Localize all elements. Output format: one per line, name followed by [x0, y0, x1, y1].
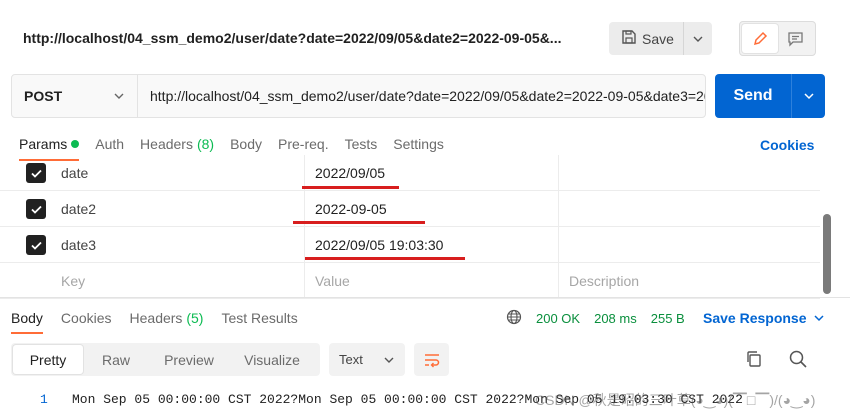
tab-label: Cookies [60, 310, 112, 326]
body-view-tabs: Pretty Raw Preview Visualize [11, 343, 320, 376]
edit-mode-toggle[interactable] [739, 21, 816, 56]
response-tabs: Body Cookies Headers (5) Test Results [11, 310, 316, 334]
save-button-group[interactable]: Save [609, 22, 712, 55]
column-divider [304, 155, 305, 190]
tab-label: Params [19, 136, 68, 152]
param-key[interactable]: date2 [61, 201, 96, 217]
chevron-down-icon [114, 93, 124, 99]
tab-label: Headers [129, 310, 183, 326]
params-table: date 2022/09/05 date2 2022-09-05 date3 2… [0, 155, 820, 299]
copy-icon[interactable] [744, 349, 764, 372]
table-row-empty: Key Value Description [0, 263, 820, 299]
comment-icon [788, 31, 803, 47]
tab-label: Body [11, 310, 43, 326]
annotation-underline [305, 257, 465, 260]
tab-test-results[interactable]: Test Results [221, 310, 297, 334]
search-icon[interactable] [788, 349, 808, 372]
response-time[interactable]: 208 ms [594, 311, 637, 326]
save-icon [621, 29, 637, 48]
check-icon [30, 241, 42, 250]
request-title[interactable]: http://localhost/04_ssm_demo2/user/date?… [23, 30, 561, 46]
tab-label: Settings [393, 136, 444, 152]
view-raw[interactable]: Raw [83, 345, 149, 374]
annotation-underline [302, 186, 399, 189]
method-label: POST [24, 88, 63, 104]
tab-label: Headers [140, 136, 193, 152]
chevron-down-icon [384, 357, 394, 363]
params-active-dot [71, 140, 80, 148]
line-number: 1 [40, 392, 48, 407]
param-key-placeholder[interactable]: Key [61, 273, 85, 289]
column-divider [558, 155, 559, 190]
wrap-lines-button[interactable] [414, 343, 449, 376]
view-visualize[interactable]: Visualize [229, 345, 315, 374]
send-options-caret[interactable] [792, 74, 825, 118]
annotation-underline [293, 221, 425, 224]
param-value[interactable]: 2022-09-05 [315, 201, 387, 217]
save-options-caret[interactable] [684, 22, 712, 55]
tab-response-cookies[interactable]: Cookies [61, 310, 112, 334]
view-preview[interactable]: Preview [149, 345, 229, 374]
column-divider [304, 263, 305, 298]
pane-divider[interactable] [0, 297, 850, 298]
save-response-button[interactable]: Save Response [703, 310, 825, 326]
tab-response-headers[interactable]: Headers (5) [130, 310, 204, 334]
chevron-down-icon [803, 93, 814, 100]
watermark: CSDN @秋是昭的三叶草(◕‿◕)(▔□▔)/(◕‿◕) [535, 392, 816, 408]
send-button-group[interactable]: Send [715, 74, 825, 118]
param-description-placeholder[interactable]: Description [569, 273, 639, 289]
tab-label: Tests [344, 136, 378, 152]
param-value[interactable]: 2022/09/05 [315, 165, 385, 181]
tab-label: Pre-req. [278, 136, 329, 152]
format-select[interactable]: Text [329, 343, 405, 376]
tab-label: Auth [95, 136, 125, 152]
status-badge[interactable]: 200 OK [536, 311, 580, 326]
param-checkbox[interactable] [26, 163, 46, 183]
response-meta: 200 OK 208 ms 255 B [506, 309, 699, 328]
response-size[interactable]: 255 B [651, 311, 685, 326]
pencil-icon [753, 31, 767, 45]
request-title-bar: http://localhost/04_ssm_demo2/user/date?… [0, 0, 850, 64]
tab-count: (5) [186, 310, 204, 326]
param-value[interactable]: 2022/09/05 19:03:30 [315, 237, 443, 253]
edit-mode-button[interactable] [742, 24, 778, 53]
param-checkbox[interactable] [26, 235, 46, 255]
view-pretty[interactable]: Pretty [13, 345, 83, 374]
send-button[interactable]: Send [715, 74, 792, 118]
check-icon [30, 169, 42, 178]
column-divider [558, 263, 559, 298]
comments-mode-button[interactable] [778, 24, 814, 53]
table-row: date 2022/09/05 [0, 155, 820, 191]
tab-count: (8) [196, 136, 215, 152]
column-divider [558, 191, 559, 226]
column-divider [558, 227, 559, 262]
params-scrollbar-thumb[interactable] [823, 214, 831, 294]
method-select[interactable]: POST [12, 75, 138, 117]
param-key[interactable]: date3 [61, 237, 96, 253]
url-input[interactable]: http://localhost/04_ssm_demo2/user/date?… [138, 75, 705, 117]
param-key[interactable]: date [61, 165, 88, 181]
save-button-label: Save [642, 30, 674, 47]
param-checkbox[interactable] [26, 199, 46, 219]
param-value-placeholder[interactable]: Value [315, 273, 350, 289]
chevron-down-icon [693, 36, 703, 42]
format-label: Text [339, 352, 363, 367]
cookies-link[interactable]: Cookies [760, 137, 814, 153]
tab-label: Body [230, 136, 263, 152]
wrap-icon [424, 353, 439, 367]
save-response-label: Save Response [703, 310, 807, 326]
url-bar: POST http://localhost/04_ssm_demo2/user/… [11, 74, 706, 118]
tab-response-body[interactable]: Body [11, 310, 43, 334]
save-button[interactable]: Save [609, 22, 684, 55]
check-icon [30, 205, 42, 214]
chevron-down-icon [813, 315, 824, 322]
tab-label: Test Results [221, 310, 298, 326]
globe-icon[interactable] [506, 309, 522, 328]
